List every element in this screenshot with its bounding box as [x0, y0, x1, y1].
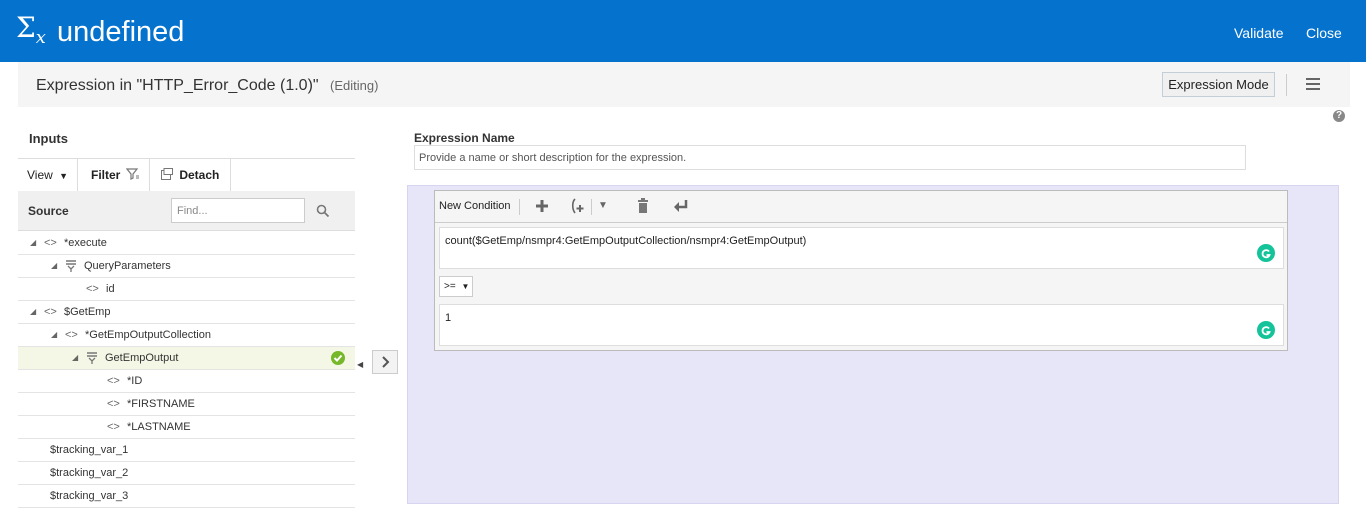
editing-status: (Editing) [330, 78, 379, 93]
condition-toolbar: New Condition ▼ [435, 191, 1287, 223]
tree-row[interactable]: ◢ <> *execute [18, 232, 355, 255]
tree-item-label: id [106, 283, 115, 295]
left-operand-field[interactable]: count($GetEmp/nsmpr4:GetEmpOutputCollect… [439, 227, 1284, 269]
menu-icon[interactable] [1306, 78, 1320, 93]
tree-item-label: *LASTNAME [127, 421, 191, 433]
tree-item-label: GetEmpOutput [105, 352, 179, 364]
tree-row[interactable]: ◢ <> *GetEmpOutputCollection [18, 324, 355, 347]
chevron-right-icon [382, 356, 390, 368]
element-icon: <> [65, 329, 78, 341]
tree-row[interactable]: $tracking_var_2 [18, 462, 355, 485]
tree-row[interactable]: <> *LASTNAME [18, 416, 355, 439]
tree-row[interactable]: $tracking_var_1 [18, 439, 355, 462]
expression-subheader: Expression in "HTTP_Error_Code (1.0)" (E… [18, 62, 1350, 107]
operator-value: >= [444, 281, 456, 292]
insert-arrow-button[interactable] [372, 350, 398, 374]
divider [1286, 74, 1287, 96]
check-icon [331, 351, 345, 365]
detach-icon [161, 168, 173, 180]
detach-label: Detach [179, 168, 220, 182]
element-icon: <> [107, 421, 120, 433]
expression-name-input[interactable] [414, 145, 1246, 170]
grammarly-icon[interactable] [1257, 244, 1275, 262]
sigma-icon: Σx [16, 11, 46, 49]
caret-down-icon: ▼ [461, 282, 470, 291]
tree-row[interactable]: ◢ <> $GetEmp [18, 301, 355, 324]
add-icon[interactable] [533, 197, 551, 215]
tree-item-label: *ID [127, 375, 143, 387]
inputs-heading: Inputs [29, 131, 68, 146]
view-label: View [27, 168, 53, 182]
tree-row[interactable]: ◢ GetEmpOutput [18, 347, 355, 370]
caret-down-icon: ▼ [59, 171, 69, 181]
expand-toggle-icon[interactable]: ◢ [72, 347, 78, 369]
view-menu[interactable]: View ▼ [27, 159, 68, 191]
detach-button[interactable]: Detach [161, 159, 219, 191]
tree-row[interactable]: $tracking_var_3 [18, 485, 355, 508]
expression-title: Expression in "HTTP_Error_Code (1.0)" [36, 77, 319, 94]
app-header: Σx undefined Validate Close [0, 0, 1366, 62]
element-icon: <> [44, 306, 57, 318]
tree-item-label: QueryParameters [84, 260, 171, 272]
tree-item-label: $tracking_var_1 [50, 444, 129, 456]
close-button[interactable]: Close [1306, 25, 1342, 41]
expression-mode-button[interactable]: Expression Mode [1162, 72, 1275, 97]
expand-toggle-icon[interactable]: ◢ [51, 324, 57, 346]
right-operand-field[interactable]: 1 [439, 304, 1284, 346]
add-group-icon[interactable] [569, 197, 587, 215]
operator-select[interactable]: >= ▼ [439, 276, 473, 297]
tree-item-label: $GetEmp [64, 306, 111, 318]
inputs-toolbar: View ▼ Filter Detach [18, 158, 355, 191]
filter-button[interactable]: Filter [91, 159, 140, 191]
tree-row[interactable]: <> id [18, 278, 355, 301]
filter-icon [125, 168, 139, 180]
enter-icon[interactable] [672, 197, 690, 215]
element-icon: <> [86, 283, 99, 295]
tree-row[interactable]: <> *FIRSTNAME [18, 393, 355, 416]
expand-toggle-icon[interactable]: ◢ [30, 301, 36, 323]
new-condition-button[interactable]: New Condition [439, 200, 511, 212]
source-label: Source [28, 204, 69, 218]
tree-item-label: *execute [64, 237, 107, 249]
condition-box: New Condition ▼ count($GetEmp/nsmpr4:Get… [434, 190, 1288, 351]
search-icon[interactable] [316, 204, 330, 218]
delete-icon[interactable] [634, 197, 652, 215]
element-icon: <> [107, 398, 120, 410]
caret-down-icon[interactable]: ▼ [594, 197, 612, 215]
tree-item-label: $tracking_var_2 [50, 467, 129, 479]
repeating-element-icon [87, 352, 97, 364]
validate-button[interactable]: Validate [1234, 25, 1284, 41]
collapse-panel-handle[interactable]: ◀ [357, 360, 365, 372]
find-input[interactable] [171, 198, 305, 223]
element-icon: <> [44, 237, 57, 249]
repeating-element-icon [66, 260, 76, 272]
expression-name-label: Expression Name [414, 131, 515, 145]
tree-row[interactable]: <> *ID [18, 370, 355, 393]
filter-label: Filter [91, 168, 121, 182]
source-tree: ◢ <> *execute ◢ QueryParameters <> id ◢ <> $GetEm… [18, 232, 355, 508]
element-icon: <> [107, 375, 120, 387]
source-header: Source [18, 191, 355, 231]
expand-toggle-icon[interactable]: ◢ [30, 232, 36, 254]
grammarly-icon[interactable] [1257, 321, 1275, 339]
tree-row[interactable]: ◢ QueryParameters [18, 255, 355, 278]
expand-toggle-icon[interactable]: ◢ [51, 255, 57, 277]
help-icon[interactable]: ? [1333, 110, 1345, 122]
tree-item-label: *GetEmpOutputCollection [85, 329, 211, 341]
tree-item-label: *FIRSTNAME [127, 398, 195, 410]
page-title: undefined [57, 16, 185, 48]
